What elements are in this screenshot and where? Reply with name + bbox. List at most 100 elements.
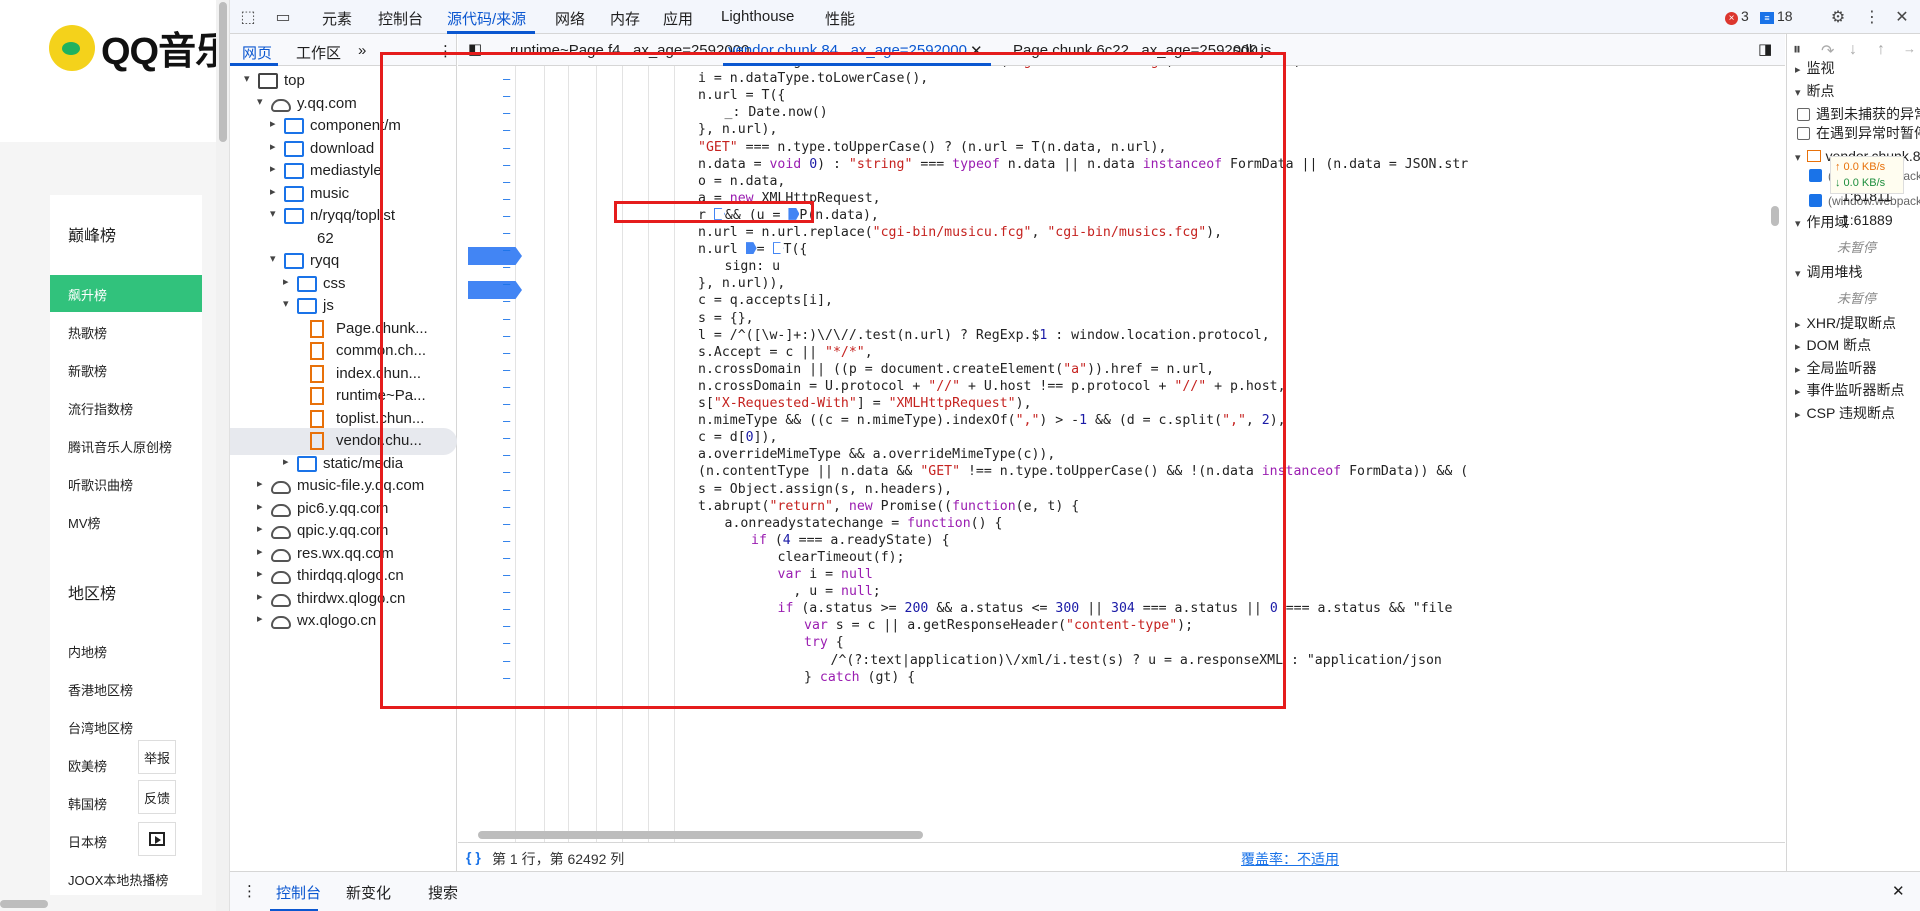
folder-icon bbox=[284, 140, 304, 157]
tab-network[interactable]: 网络 bbox=[555, 8, 585, 29]
drawer-tab-console[interactable]: 控制台 bbox=[276, 882, 321, 903]
chevron-right-icon[interactable]: ▸ bbox=[257, 522, 263, 535]
inspect-element-icon[interactable]: ⬚ bbox=[238, 7, 258, 27]
rank-item[interactable]: 腾讯音乐人原创榜 bbox=[68, 437, 172, 456]
drawer-tab-changes[interactable]: 新变化 bbox=[346, 882, 391, 903]
rank-item-active[interactable]: 飙升榜 bbox=[50, 275, 202, 312]
section-dom-breakpoints[interactable]: DOM 断点 bbox=[1795, 335, 1872, 355]
tree-item-label: mediastyle bbox=[310, 162, 382, 179]
cursor-position: 第 1 行，第 62492 列 bbox=[492, 851, 625, 867]
chevron-right-icon[interactable]: ▸ bbox=[270, 162, 276, 175]
tab-console[interactable]: 控制台 bbox=[378, 8, 423, 29]
section-event-listener-breakpoints[interactable]: 事件监听器断点 bbox=[1795, 380, 1905, 400]
section-global-listeners[interactable]: 全局监听器 bbox=[1795, 358, 1877, 378]
cloud-icon bbox=[271, 98, 291, 112]
more-options-icon[interactable]: ⋮ bbox=[1862, 7, 1882, 27]
tab-elements[interactable]: 元素 bbox=[322, 8, 352, 29]
chevron-right-icon[interactable]: ▸ bbox=[257, 545, 263, 558]
rank-item[interactable]: 听歌识曲榜 bbox=[68, 475, 133, 494]
qq-music-logo[interactable]: QQ音乐 bbox=[49, 20, 229, 75]
rank-item[interactable]: 流行指数榜 bbox=[68, 399, 133, 418]
tab-application[interactable]: 应用 bbox=[663, 8, 693, 29]
drawer-close-icon[interactable]: ✕ bbox=[1892, 882, 1905, 900]
chevron-right-icon[interactable]: ▸ bbox=[270, 140, 276, 153]
section-scope[interactable]: 作用域 bbox=[1795, 212, 1849, 232]
error-badge[interactable]: × 3 bbox=[1725, 8, 1749, 25]
cloud-icon bbox=[271, 571, 291, 584]
chevron-down-icon[interactable]: ▾ bbox=[270, 252, 276, 265]
music-note-icon bbox=[49, 24, 95, 71]
drawer-tab-search[interactable]: 搜索 bbox=[428, 882, 458, 903]
step-out-icon[interactable]: ↑ bbox=[1877, 41, 1885, 59]
toggle-debugger-icon[interactable]: ◨ bbox=[1758, 40, 1772, 58]
chevron-down-icon[interactable]: ▾ bbox=[270, 207, 276, 220]
coverage-link[interactable]: 覆盖率：不适用 bbox=[1241, 849, 1339, 869]
play-video-button[interactable] bbox=[138, 822, 176, 856]
file-icon bbox=[310, 387, 324, 405]
rank-item[interactable]: 欧美榜 bbox=[68, 756, 107, 775]
message-badge[interactable]: ≡ 18 bbox=[1760, 8, 1793, 24]
rank-item[interactable]: 香港地区榜 bbox=[68, 680, 133, 699]
close-icon[interactable]: ✕ bbox=[1892, 7, 1912, 27]
page-scrollbar[interactable] bbox=[216, 0, 229, 911]
folder-icon bbox=[297, 455, 317, 472]
chevron-right-icon[interactable]: ▸ bbox=[257, 477, 263, 490]
rank-item[interactable]: 韩国榜 bbox=[68, 794, 107, 813]
tab-lighthouse[interactable]: Lighthouse bbox=[721, 8, 794, 25]
chevron-right-icon[interactable]: ▸ bbox=[257, 500, 263, 513]
chevron-down-icon[interactable]: ▾ bbox=[257, 95, 263, 108]
page-horizontal-scrollbar[interactable] bbox=[0, 900, 48, 908]
device-toolbar-icon[interactable]: ▭ bbox=[273, 7, 293, 27]
section-xhr-breakpoints[interactable]: XHR/提取断点 bbox=[1795, 313, 1896, 333]
editor-horizontal-scrollbar[interactable] bbox=[478, 828, 1768, 840]
step-icon[interactable]: → bbox=[1903, 41, 1916, 56]
highlight-box bbox=[380, 52, 1286, 709]
chevron-right-icon[interactable]: ▸ bbox=[257, 612, 263, 625]
cloud-icon bbox=[271, 548, 291, 562]
section-breakpoints[interactable]: 断点 bbox=[1795, 81, 1835, 101]
section-call-stack[interactable]: 调用堆栈 bbox=[1795, 262, 1863, 282]
chevron-right-icon[interactable]: ▸ bbox=[270, 117, 276, 130]
settings-gear-icon[interactable]: ⚙ bbox=[1828, 7, 1848, 27]
more-tabs-icon[interactable]: » bbox=[358, 42, 366, 59]
chevron-down-icon[interactable]: ▾ bbox=[244, 72, 250, 85]
pause-caught-checkbox[interactable]: 在遇到异常时暂停 bbox=[1797, 123, 1920, 143]
chevron-down-icon[interactable]: ▾ bbox=[283, 297, 289, 310]
pause-uncaught-checkbox[interactable]: 遇到未捕获的异常时暂停 bbox=[1797, 104, 1920, 124]
tab-sources[interactable]: 源代码/来源 bbox=[447, 8, 526, 29]
step-into-icon[interactable]: ↓ bbox=[1849, 41, 1857, 59]
tab-page[interactable]: 网页 bbox=[242, 42, 272, 63]
rank-item[interactable]: JOOX本地热播榜 bbox=[68, 870, 168, 889]
rank-item[interactable]: 日本榜 bbox=[68, 832, 107, 851]
section-csp-breakpoints[interactable]: CSP 违规断点 bbox=[1795, 403, 1895, 423]
rank-item[interactable]: 台湾地区榜 bbox=[68, 718, 133, 737]
chevron-right-icon[interactable]: ▸ bbox=[270, 185, 276, 198]
editor-vertical-scrollbar[interactable] bbox=[1768, 66, 1782, 836]
tree-item-label: ryqq bbox=[310, 252, 340, 269]
folder-icon bbox=[297, 298, 317, 314]
drawer-menu-icon[interactable]: ⋮ bbox=[242, 882, 257, 900]
tab-workspace[interactable]: 工作区 bbox=[296, 42, 341, 63]
section-watch[interactable]: 监视 bbox=[1795, 58, 1835, 78]
chevron-right-icon[interactable]: ▸ bbox=[257, 590, 263, 603]
rank-item[interactable]: 内地榜 bbox=[68, 642, 107, 661]
folder-icon bbox=[284, 185, 304, 202]
tree-item-label: css bbox=[323, 274, 346, 292]
pretty-print-icon[interactable]: { } bbox=[466, 849, 481, 865]
chevron-right-icon[interactable]: ▸ bbox=[283, 455, 289, 468]
file-icon bbox=[310, 409, 324, 428]
breakpoint-location: 1:61889 bbox=[1842, 212, 1893, 228]
rank-item[interactable]: MV榜 bbox=[68, 513, 101, 532]
tree-item-label: download bbox=[310, 139, 375, 157]
section-region: 地区榜 bbox=[68, 586, 117, 603]
report-button[interactable]: 举报 bbox=[138, 740, 176, 774]
feedback-button[interactable]: 反馈 bbox=[138, 780, 176, 814]
chevron-right-icon[interactable]: ▸ bbox=[283, 275, 289, 288]
tab-memory[interactable]: 内存 bbox=[610, 8, 640, 29]
section-peak: 巅峰榜 bbox=[68, 228, 117, 245]
rank-item[interactable]: 新歌榜 bbox=[68, 361, 107, 380]
chevron-right-icon[interactable]: ▸ bbox=[257, 567, 263, 580]
pause-resume-icon[interactable]: ⏸ bbox=[1793, 41, 1801, 59]
rank-item[interactable]: 热歌榜 bbox=[68, 323, 107, 342]
tab-performance[interactable]: 性能 bbox=[825, 8, 855, 29]
